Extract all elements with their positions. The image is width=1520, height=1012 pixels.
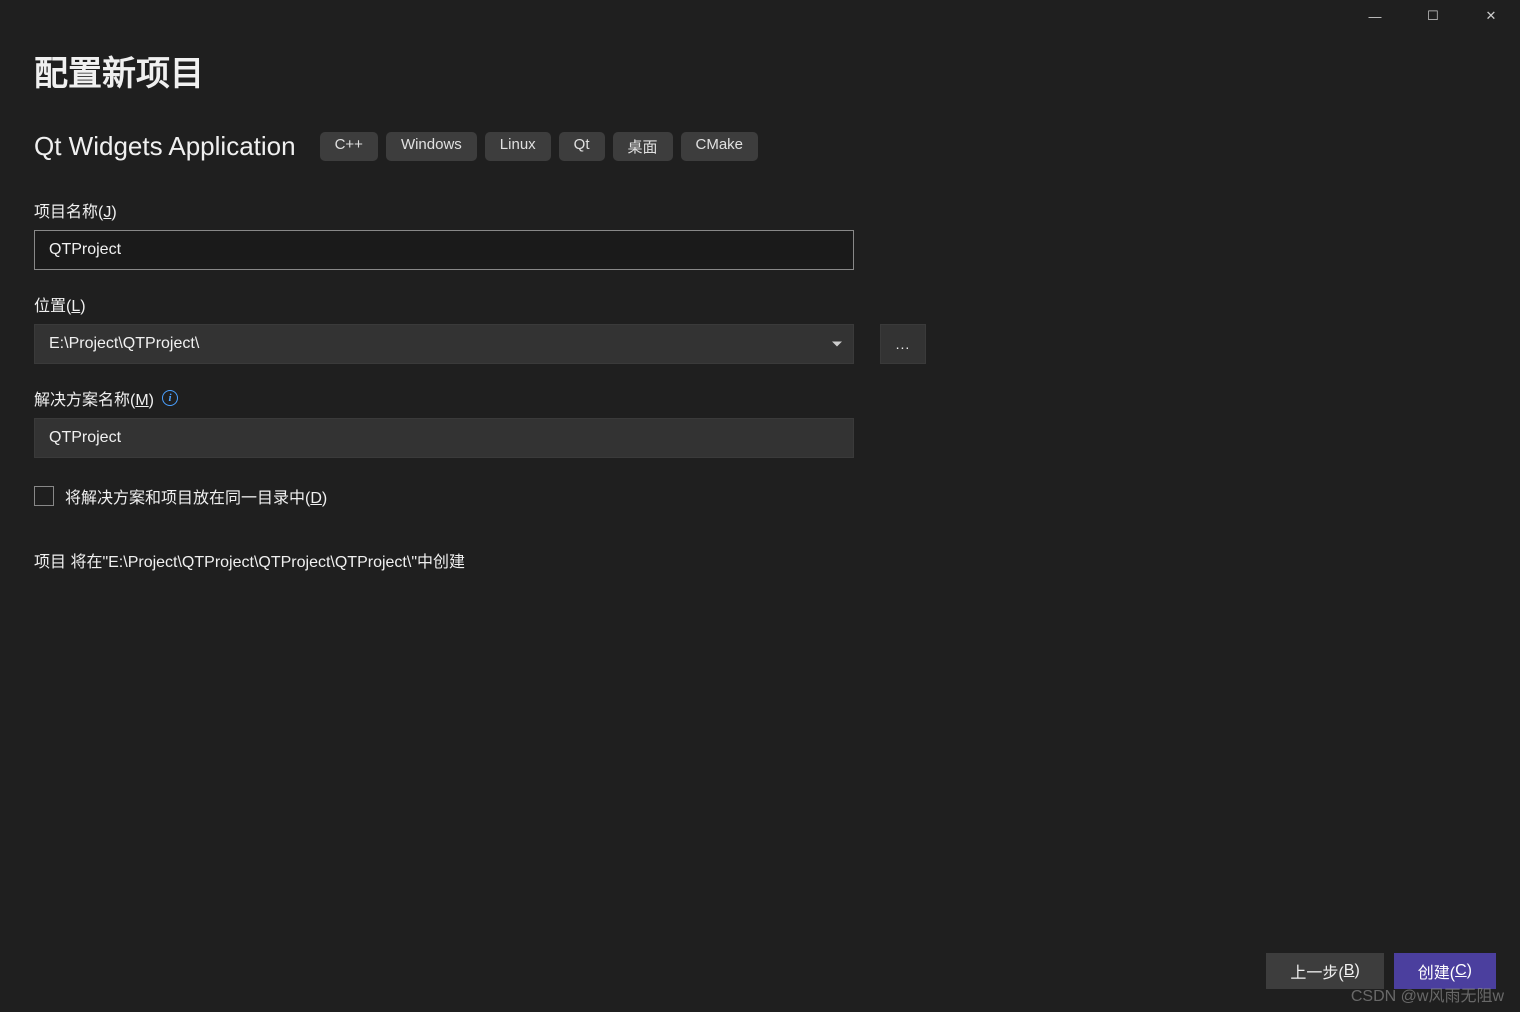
titlebar: — ☐ ✕ [0,0,1520,32]
label-text: ) [111,204,116,221]
label-key: L [71,298,80,315]
solution-name-label: 解决方案名称(M) i [34,386,1486,410]
label-key: D [310,490,322,507]
solution-name-input[interactable] [34,418,854,458]
label-key: C [1455,962,1467,980]
tag-linux: Linux [485,132,551,161]
label-text: 上一步( [1290,959,1343,983]
label-text: 项目名称( [34,204,103,221]
label-text: 创建( [1418,959,1455,983]
label-key: M [135,392,148,409]
location-label: 位置(L) [34,292,1486,316]
tag-desktop: 桌面 [613,132,673,161]
label-key: B [1344,962,1355,980]
tag-cpp: C++ [320,132,378,161]
solution-name-group: 解决方案名称(M) i [34,386,1486,458]
project-name-group: 项目名称(J) [34,198,1486,270]
tag-list: C++ Windows Linux Qt 桌面 CMake [320,132,758,161]
location-group: 位置(L) E:\Project\QTProject\ ... [34,292,1486,364]
page-title: 配置新项目 [34,46,1486,95]
template-header: Qt Widgets Application C++ Windows Linux… [34,131,1486,162]
tag-windows: Windows [386,132,477,161]
label-text: ) [1354,962,1359,980]
chevron-down-icon [832,342,842,347]
label-text: 将解决方案和项目放在同一目录中( [65,490,310,507]
location-select[interactable]: E:\Project\QTProject\ [34,324,854,364]
label-text: 位置( [34,298,71,315]
same-dir-row: 将解决方案和项目放在同一目录中(D) [34,484,1486,508]
template-name: Qt Widgets Application [34,131,296,162]
tag-cmake: CMake [681,132,759,161]
content-area: 配置新项目 Qt Widgets Application C++ Windows… [0,32,1520,572]
project-name-label: 项目名称(J) [34,198,1486,222]
maximize-button[interactable]: ☐ [1404,0,1462,32]
location-display: E:\Project\QTProject\ [34,324,854,364]
watermark: CSDN @w风雨无阻w [1351,982,1504,1006]
footer: 上一步(B) 创建(C) [0,948,1520,1012]
same-dir-checkbox[interactable] [34,486,54,506]
close-button[interactable]: ✕ [1462,0,1520,32]
label-text: ) [80,298,85,315]
tag-qt: Qt [559,132,605,161]
browse-button[interactable]: ... [880,324,926,364]
project-name-input[interactable] [34,230,854,270]
summary-text: 项目 将在"E:\Project\QTProject\QTProject\QTP… [34,548,1486,572]
info-icon[interactable]: i [162,390,178,406]
label-text: 解决方案名称( [34,392,135,409]
label-text: ) [322,490,327,507]
minimize-button[interactable]: — [1346,0,1404,32]
label-text: ) [149,392,154,409]
same-dir-label: 将解决方案和项目放在同一目录中(D) [65,484,327,508]
label-text: ) [1467,962,1472,980]
